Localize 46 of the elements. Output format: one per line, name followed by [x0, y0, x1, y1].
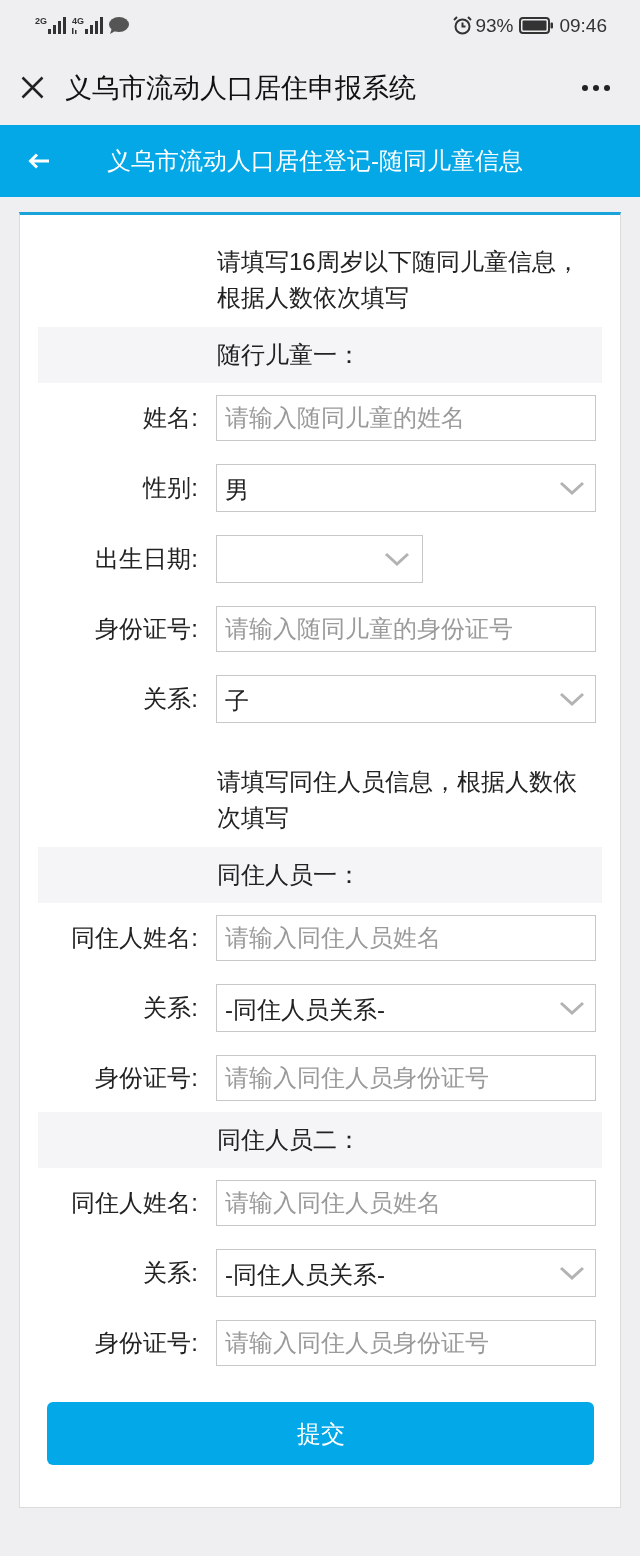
window-title: 义乌市流动人口居住申报系统 [65, 71, 416, 105]
instruction-text: 请填写16周岁以下随同儿童信息，根据人数依次填写 [217, 247, 581, 313]
field-label: 姓名: [142, 402, 198, 433]
field-label: 出生日期: [94, 543, 198, 574]
text-input[interactable]: 请输入随同儿童的身份证号 [216, 605, 596, 652]
clock-time: 09:46 [559, 15, 607, 35]
data-activity-icon [72, 27, 78, 34]
network-type-label: 2G [35, 16, 47, 26]
dropdown[interactable]: -同住人员关系- [216, 1248, 596, 1297]
battery-icon [519, 16, 554, 34]
field-label: 身份证号: [94, 1327, 198, 1358]
section-title: 随行儿童一： [217, 340, 361, 370]
back-arrow-icon[interactable] [28, 153, 50, 169]
more-options-icon[interactable] [582, 84, 610, 91]
field-label: 身份证号: [94, 1062, 198, 1093]
alarm-clock-icon [453, 15, 473, 35]
close-icon[interactable] [21, 76, 44, 99]
field-label: 同住人姓名: [70, 922, 198, 953]
text-input[interactable]: 请输入同住人员姓名 [216, 1179, 596, 1226]
field-label: 同住人姓名: [70, 1187, 198, 1218]
field-label: 关系: [142, 683, 198, 714]
dropdown[interactable]: -同住人员关系- [216, 983, 596, 1032]
field-label: 身份证号: [94, 613, 198, 644]
field-label: 性别: [141, 472, 198, 503]
battery-percentage: 93% [475, 15, 514, 35]
chevron-down-icon [559, 1265, 585, 1280]
chevron-down-icon [559, 1000, 585, 1015]
chevron-down-icon [384, 551, 410, 566]
dropdown[interactable]: 子 [216, 674, 596, 723]
signal-icon [48, 16, 66, 34]
chevron-down-icon [559, 691, 585, 706]
field-label: 关系: [142, 992, 198, 1023]
text-input[interactable]: 请输入同住人员姓名 [216, 914, 596, 961]
instruction-text: 请填写同住人员信息，根据人数依次填写 [217, 767, 578, 833]
section-title: 同住人员一： [217, 860, 361, 890]
chevron-down-icon [559, 480, 585, 495]
dropdown[interactable]: 男 [216, 463, 596, 512]
signal-icon [85, 16, 104, 34]
network-type-label: 4G [72, 16, 85, 26]
text-input[interactable]: 请输入同住人员身份证号 [216, 1319, 596, 1366]
text-input[interactable]: 请输入同住人员身份证号 [216, 1054, 596, 1101]
chat-bubble-icon [109, 16, 130, 34]
field-label: 关系: [142, 1257, 198, 1288]
section-title: 同住人员二： [217, 1125, 361, 1155]
text-input[interactable]: 请输入随同儿童的姓名 [216, 394, 596, 441]
page-title: 义乌市流动人口居住登记-随同儿童信息 [107, 146, 523, 176]
